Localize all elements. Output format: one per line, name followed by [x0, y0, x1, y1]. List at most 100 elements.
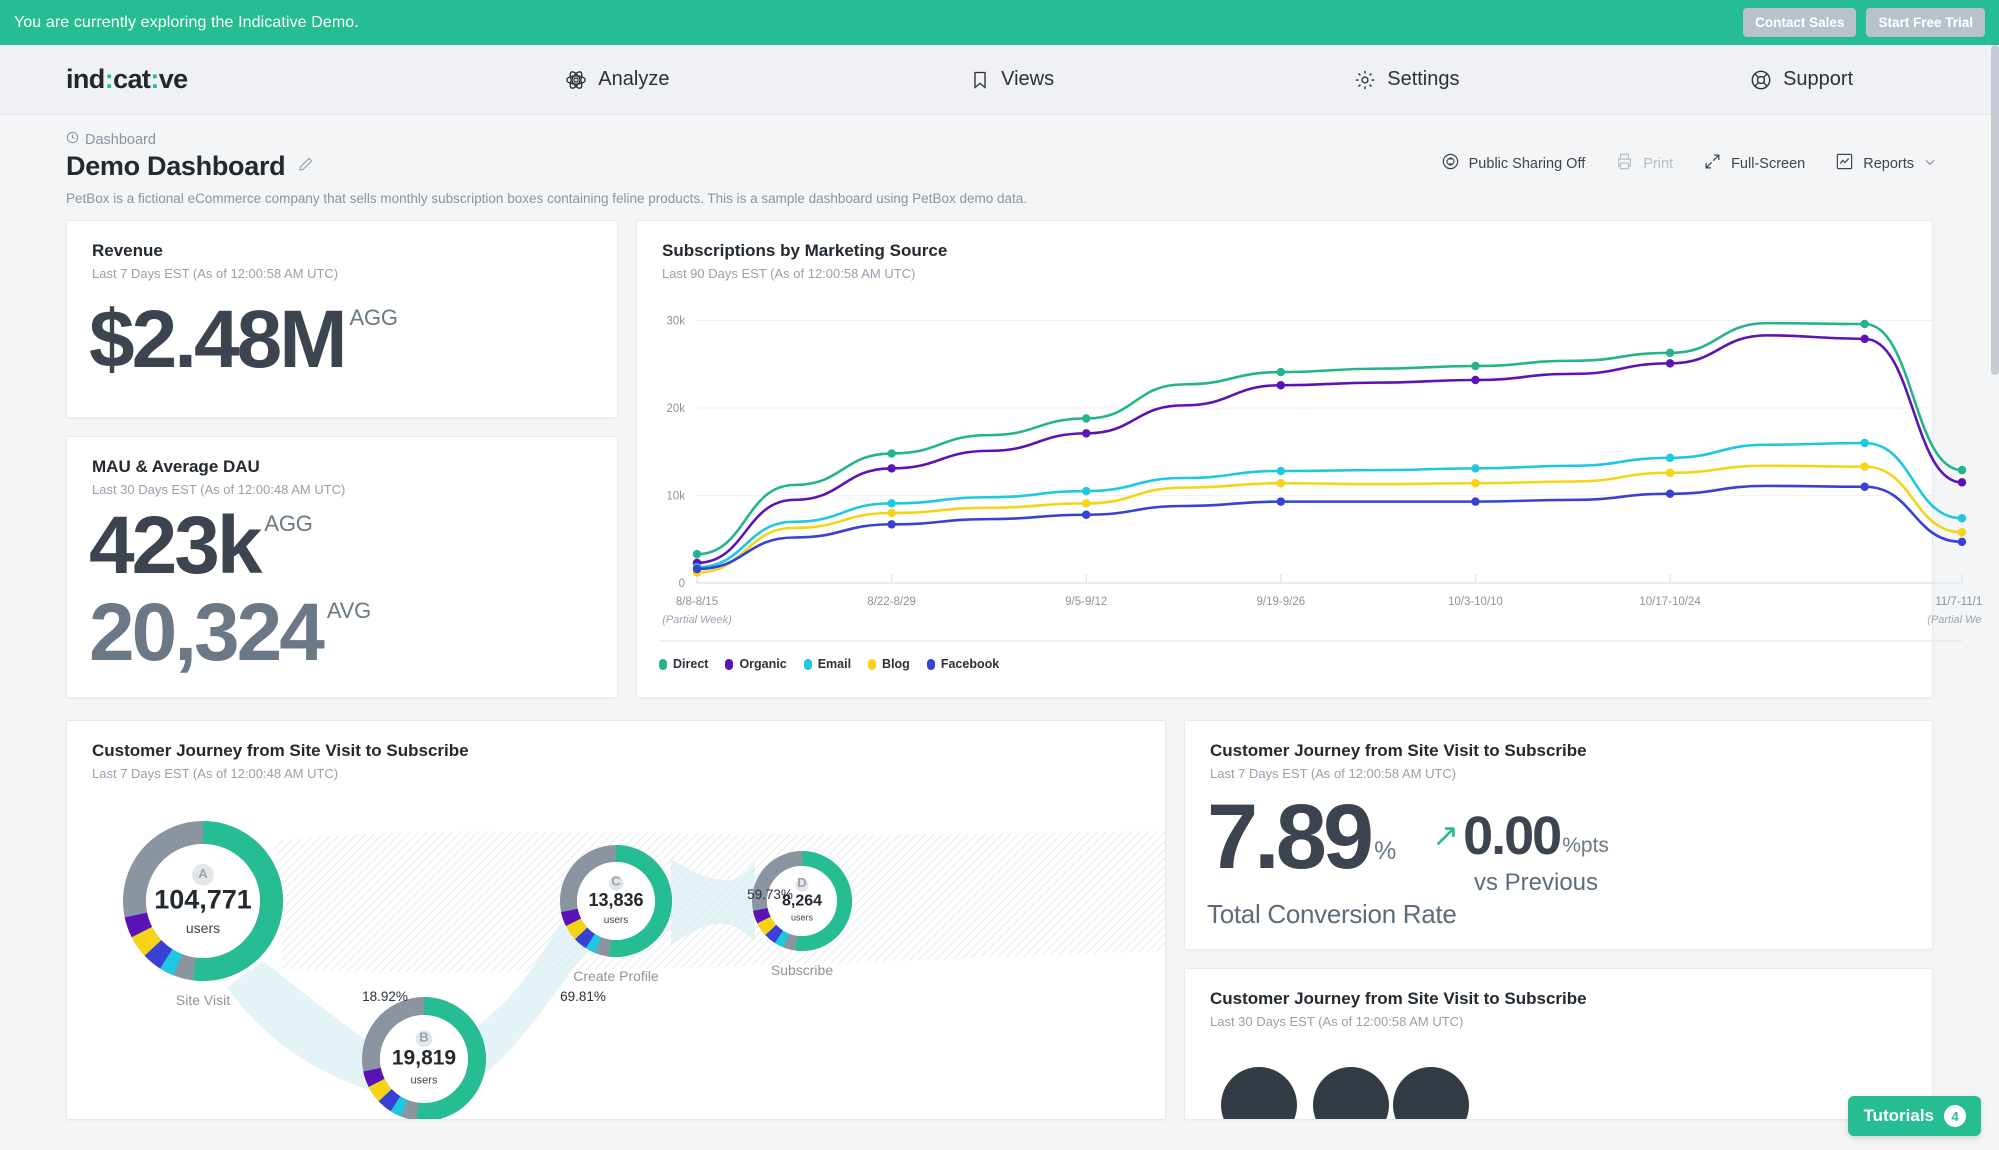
reports-label: Reports — [1863, 155, 1914, 172]
legend-dot-direct — [659, 658, 667, 670]
contact-sales-button[interactable]: Contact Sales — [1743, 8, 1857, 37]
nav-label-settings: Settings — [1387, 68, 1460, 90]
legend-label-facebook: Facebook — [940, 657, 1000, 671]
mau-title: MAU & Average DAU — [92, 457, 260, 476]
nav-items: Analyze Views Settings Support — [420, 68, 1999, 91]
nav-item-analyze[interactable]: Analyze — [420, 68, 815, 91]
legend-item-organic[interactable]: Organic — [725, 657, 787, 671]
print-label: Print — [1643, 155, 1674, 172]
indicative-logo[interactable]: ind:cat:ve — [0, 64, 420, 95]
svg-text:Subscribe: Subscribe — [771, 962, 833, 978]
breadcrumb[interactable]: Dashboard — [66, 131, 1933, 148]
tutorials-button[interactable]: Tutorials 4 — [1848, 1096, 1981, 1136]
legend-dot-email — [803, 658, 812, 670]
revenue-agg-tag: AGG — [349, 305, 399, 330]
reports-action[interactable]: Reports — [1835, 152, 1937, 175]
conversion-subtitle: Last 7 Days EST (As of 12:00:58 AM UTC) — [1210, 766, 1457, 781]
svg-text:18.92%: 18.92% — [362, 989, 408, 1004]
svg-text:20k: 20k — [666, 403, 685, 415]
edit-pencil-icon[interactable] — [298, 156, 314, 177]
main-navbar: ind:cat:ve Analyze Views Settings Suppor… — [0, 45, 1999, 115]
delta-value: 0.00 — [1463, 806, 1562, 866]
subscriptions-chart-card[interactable]: Subscriptions by Marketing Source Last 9… — [636, 220, 1997, 698]
subscriptions-title: Subscriptions by Marketing Source — [662, 241, 948, 260]
conversion-rate-card[interactable]: Customer Journey from Site Visit to Subs… — [1184, 720, 1933, 950]
nav-label-analyze: Analyze — [598, 68, 670, 90]
line-chart-plot: 0 10k 20k 30k 8/8-8/15 (Partial Week) 8/22-8/2… — [637, 283, 1997, 697]
journey-card-head: Customer Journey from Site Visit to Subs… — [67, 721, 1165, 781]
lifebuoy-icon — [1750, 69, 1772, 91]
legend-item-facebook[interactable]: Facebook — [926, 657, 1000, 671]
svg-text:(Partial Week): (Partial Week) — [1927, 614, 1982, 626]
svg-text:D: D — [797, 875, 806, 890]
full-screen-action[interactable]: Full-Screen — [1703, 152, 1805, 175]
mau-value: 423k — [89, 500, 262, 591]
nav-item-views[interactable]: Views — [815, 68, 1210, 91]
svg-text:B: B — [419, 1029, 428, 1044]
svg-text:Create Profile: Create Profile — [573, 968, 659, 984]
dashboard-row-1: Revenue Last 7 Days EST (As of 12:00:58 … — [66, 220, 1997, 698]
chart-legend: Direct Organic Email Blog Facebook — [659, 657, 999, 671]
subscriptions-card-head: Subscriptions by Marketing Source Last 9… — [637, 221, 1932, 281]
chevron-down-icon — [1923, 155, 1937, 173]
journey-30day-head: Customer Journey from Site Visit to Subs… — [1185, 969, 1932, 1029]
conversion-main: 7.89 % — [1207, 791, 1396, 883]
journey-30day-card[interactable]: Customer Journey from Site Visit to Subs… — [1184, 968, 1933, 1120]
conversion-label: Total Conversion Rate — [1207, 899, 1457, 929]
svg-text:A: A — [198, 866, 208, 881]
mau-subtitle: Last 30 Days EST (As of 12:00:48 AM UTC) — [92, 482, 346, 497]
scrollbar-thumb[interactable] — [1991, 45, 1999, 375]
svg-text:0: 0 — [679, 578, 685, 590]
nav-item-settings[interactable]: Settings — [1210, 68, 1605, 91]
delta-block: 0.00 %pts vs Previous — [1463, 805, 1609, 897]
journey-subtitle: Last 7 Days EST (As of 12:00:48 AM UTC) — [92, 766, 339, 781]
dau-value: 20,324 — [89, 586, 325, 678]
mau-card[interactable]: MAU & Average DAU Last 30 Days EST (As o… — [66, 436, 618, 698]
svg-text:30k: 30k — [666, 316, 685, 328]
metrics-column: Revenue Last 7 Days EST (As of 12:00:58 … — [66, 220, 618, 698]
svg-text:Site Visit: Site Visit — [176, 992, 230, 1008]
delta-label: vs Previous — [1473, 869, 1599, 896]
print-action[interactable]: Print — [1615, 152, 1673, 175]
legend-label-organic: Organic — [739, 657, 787, 671]
nav-label-support: Support — [1783, 68, 1854, 90]
conversion-title: Customer Journey from Site Visit to Subs… — [1210, 741, 1587, 760]
journey-30day-title: Customer Journey from Site Visit to Subs… — [1210, 989, 1587, 1008]
journey-funnel-card[interactable]: Customer Journey from Site Visit to Subs… — [66, 720, 1166, 1120]
nav-item-support[interactable]: Support — [1604, 68, 1999, 91]
revenue-subtitle: Last 7 Days EST (As of 12:00:58 AM UTC) — [92, 266, 339, 281]
legend-item-direct[interactable]: Direct — [659, 657, 708, 671]
breadcrumb-label: Dashboard — [85, 131, 156, 148]
journey-title: Customer Journey from Site Visit to Subs… — [92, 741, 469, 760]
journey-30day-subtitle: Last 30 Days EST (As of 12:00:58 AM UTC) — [1210, 1014, 1464, 1029]
trend-up-arrow-icon: ↗ — [1432, 817, 1460, 853]
page-description: PetBox is a fictional eCommerce company … — [66, 191, 1028, 206]
page-scrollbar[interactable] — [1991, 45, 1999, 1150]
public-sharing-label: Public Sharing Off — [1468, 155, 1586, 172]
bookmark-icon — [970, 69, 990, 91]
start-free-trial-button[interactable]: Start Free Trial — [1866, 8, 1985, 37]
revenue-value-row: $2.48M AGG — [67, 299, 617, 381]
legend-item-blog[interactable]: Blog — [868, 657, 910, 671]
svg-text:users: users — [604, 915, 628, 926]
public-sharing-action[interactable]: Public Sharing Off — [1441, 152, 1586, 175]
svg-text:users: users — [411, 1075, 438, 1087]
dashboard-row-2: Customer Journey from Site Visit to Subs… — [66, 720, 1933, 1120]
svg-text:(Partial Week): (Partial Week) — [662, 614, 732, 626]
svg-text:9/19-9/26: 9/19-9/26 — [1257, 596, 1306, 608]
legend-dot-organic — [725, 658, 734, 670]
legend-label-email: Email — [817, 657, 852, 671]
svg-text:10/17-10/24: 10/17-10/24 — [1639, 596, 1701, 608]
revenue-card-head: Revenue Last 7 Days EST (As of 12:00:58 … — [67, 221, 617, 281]
mau-card-head: MAU & Average DAU Last 30 Days EST (As o… — [67, 437, 617, 497]
logo-text: ind:cat:ve — [66, 64, 188, 94]
legend-dot-facebook — [926, 658, 935, 670]
demo-banner-text: You are currently exploring the Indicati… — [14, 13, 359, 31]
conversion-column: Customer Journey from Site Visit to Subs… — [1184, 720, 1933, 1120]
legend-item-email[interactable]: Email — [803, 657, 852, 671]
mau-agg-tag: AGG — [264, 511, 313, 536]
full-screen-label: Full-Screen — [1731, 155, 1806, 172]
revenue-card[interactable]: Revenue Last 7 Days EST (As of 12:00:58 … — [66, 220, 618, 418]
svg-text:8/22-8/29: 8/22-8/29 — [867, 596, 916, 608]
subscriptions-subtitle: Last 90 Days EST (As of 12:00:58 AM UTC) — [662, 266, 916, 281]
